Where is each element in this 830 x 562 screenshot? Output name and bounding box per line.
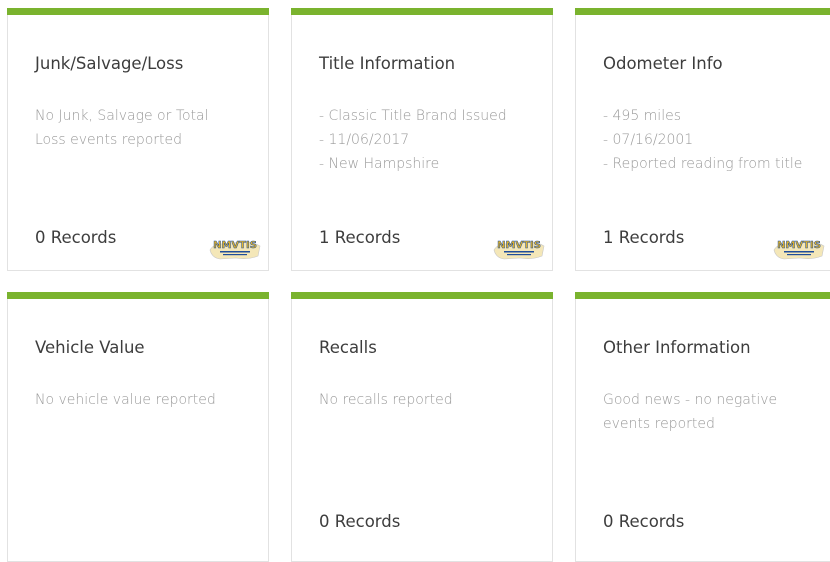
card-junk-salvage-loss: Junk/Salvage/Loss No Junk, Salvage or To… — [7, 8, 269, 271]
card-details: No vehicle value reported — [35, 388, 260, 412]
card-title: Odometer Info — [603, 54, 723, 73]
card-detail-line: - 07/16/2001 — [603, 132, 694, 148]
card-detail-line: No recalls reported — [319, 392, 453, 408]
card-detail-line: - 495 miles — [603, 108, 681, 124]
card-title: Title Information — [319, 54, 456, 73]
card-title-information: Title Information - Classic Title Brand … — [291, 8, 553, 271]
record-count: 0 Records — [603, 512, 685, 531]
card-accent-bar — [575, 8, 830, 15]
record-count: 1 Records — [603, 228, 685, 247]
card-details: Good news - no negative events reported — [603, 388, 828, 436]
card-accent-bar — [291, 8, 553, 15]
card-detail-line: Good news - no negative — [603, 392, 778, 408]
card-detail-line: - 11/06/2017 — [319, 132, 410, 148]
card-detail-line: Loss events reported — [35, 132, 183, 148]
record-count: 0 Records — [319, 512, 401, 531]
card-title: Junk/Salvage/Loss — [35, 54, 184, 73]
card-details: - Classic Title Brand Issued - 11/06/201… — [319, 104, 544, 176]
nmvtis-logo-icon: NMVTIS — [206, 234, 264, 262]
card-accent-bar — [291, 292, 553, 299]
card-accent-bar — [575, 292, 830, 299]
card-detail-line: - Classic Title Brand Issued — [319, 108, 507, 124]
card-accent-bar — [7, 292, 269, 299]
card-detail-line: No Junk, Salvage or Total — [35, 108, 209, 124]
card-detail-line: - New Hampshire — [319, 156, 440, 172]
svg-text:NMVTIS: NMVTIS — [777, 240, 821, 251]
record-count: 1 Records — [319, 228, 401, 247]
svg-text:NMVTIS: NMVTIS — [497, 240, 541, 251]
card-recalls: Recalls No recalls reported 0 Records — [291, 292, 553, 562]
card-vehicle-value: Vehicle Value No vehicle value reported — [7, 292, 269, 562]
card-title: Vehicle Value — [35, 338, 145, 357]
card-detail-line: - Reported reading from title — [603, 156, 803, 172]
card-title: Other Information — [603, 338, 751, 357]
card-other-information: Other Information Good news - no negativ… — [575, 292, 830, 562]
svg-text:NMVTIS: NMVTIS — [213, 240, 257, 251]
card-details: - 495 miles - 07/16/2001 - Reported read… — [603, 104, 828, 176]
card-odometer-info: Odometer Info - 495 miles - 07/16/2001 -… — [575, 8, 830, 271]
nmvtis-logo-icon: NMVTIS — [770, 234, 828, 262]
card-accent-bar — [7, 8, 269, 15]
card-details: No Junk, Salvage or Total Loss events re… — [35, 104, 260, 152]
nmvtis-logo-icon: NMVTIS — [490, 234, 548, 262]
record-count: 0 Records — [35, 228, 117, 247]
card-title: Recalls — [319, 338, 377, 357]
card-details: No recalls reported — [319, 388, 544, 412]
card-detail-line: No vehicle value reported — [35, 392, 216, 408]
card-detail-line: events reported — [603, 416, 715, 432]
